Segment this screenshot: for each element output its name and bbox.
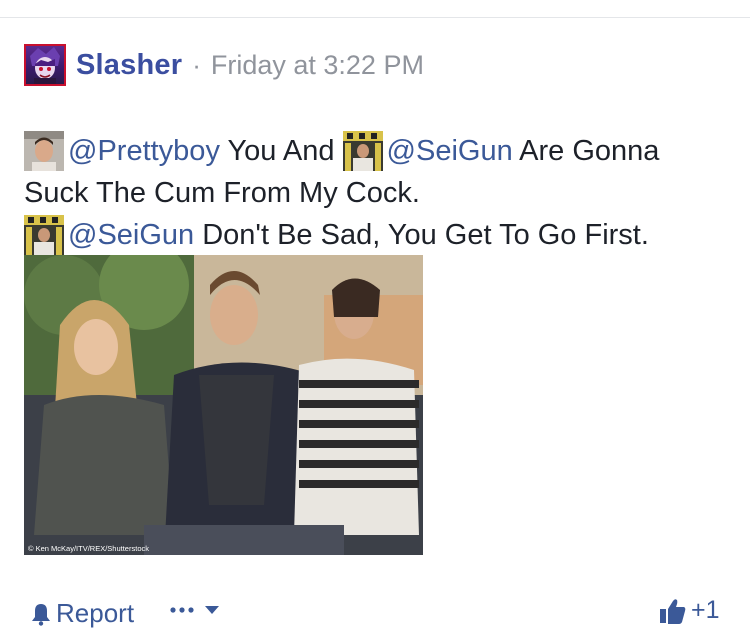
mention-prettyboy[interactable]: @Prettyboy	[68, 130, 220, 172]
mention-seigun[interactable]: @SeiGun	[387, 130, 513, 172]
author-name[interactable]: Slasher	[76, 49, 182, 82]
dropdown-caret-icon	[205, 606, 219, 614]
bell-icon	[32, 603, 50, 626]
photo-credit: © Ken McKay/ITV/REX/Shutterstock	[28, 544, 149, 553]
post-actions: Report +1	[30, 596, 730, 636]
post-line-1: @Prettyboy You And @SeiGun Are Gonna	[24, 130, 724, 172]
more-options-button[interactable]	[169, 604, 221, 616]
like-button[interactable]: +1	[659, 596, 720, 625]
post-line-2: Suck The Cum From My Cock.	[24, 177, 420, 209]
report-label: Report	[56, 598, 135, 628]
post-text-fragment: You And	[219, 135, 343, 167]
post-line-3: @SeiGun Don't Be Sad, You Get To Go Firs…	[24, 214, 724, 256]
post-photo[interactable]: © Ken McKay/ITV/REX/Shutterstock	[24, 255, 423, 555]
post-header: Slasher · Friday at 3:22 PM	[24, 44, 424, 86]
report-button[interactable]: Report	[30, 598, 134, 629]
author-avatar[interactable]	[24, 44, 66, 86]
post-text-fragment: Are Gonna	[512, 135, 660, 167]
post-body: @Prettyboy You And @SeiGun Are Gonna Suc…	[24, 130, 724, 256]
post-text-fragment: Don't Be Sad, You Get To Go First.	[194, 219, 649, 251]
top-divider	[0, 17, 750, 18]
meta-separator: ·	[192, 49, 201, 80]
prettyboy-avatar[interactable]	[24, 131, 64, 171]
like-count: +1	[691, 596, 720, 624]
post-timestamp[interactable]: Friday at 3:22 PM	[211, 50, 424, 81]
more-dots-icon	[170, 607, 194, 613]
seigun-avatar[interactable]	[24, 215, 64, 255]
seigun-avatar[interactable]	[342, 131, 383, 171]
thumbs-up-icon	[660, 598, 686, 624]
mention-seigun[interactable]: @SeiGun	[68, 214, 194, 256]
